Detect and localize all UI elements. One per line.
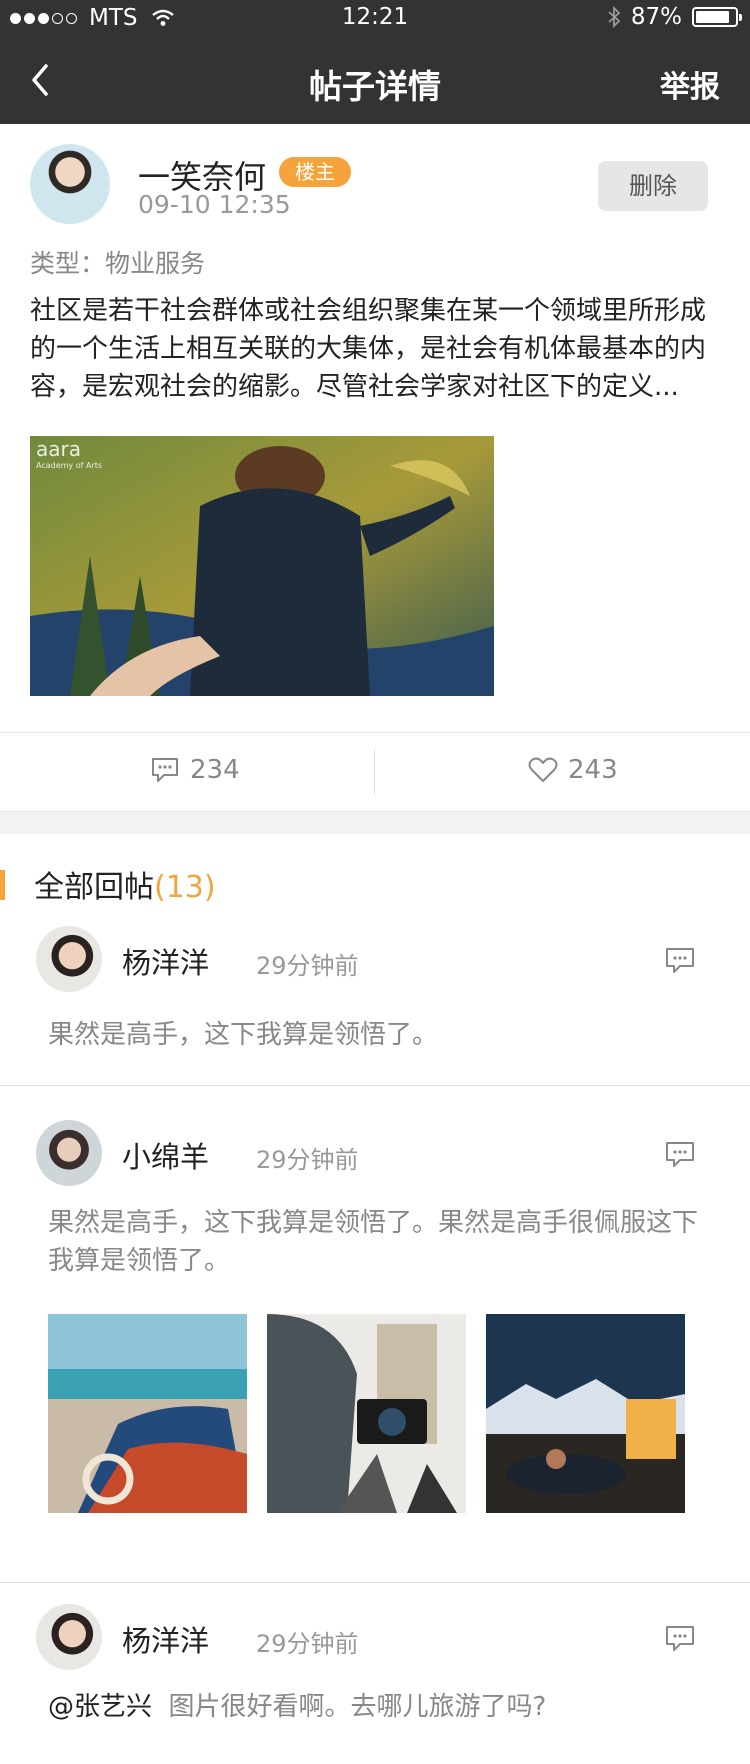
reply-separator <box>0 1085 750 1086</box>
like-count: 243 <box>568 755 618 785</box>
replies-section: 全部回帖(13) 杨洋洋 29分钟前 果然是高手，这下我算是领悟了。 小绵羊 2… <box>0 834 750 1764</box>
delete-button[interactable]: 删除 <box>598 161 708 211</box>
comment-count: 234 <box>190 755 240 785</box>
post-time: 09-10 12:35 <box>138 190 291 219</box>
reply-author[interactable]: 小绵羊 <box>122 1134 209 1176</box>
reply-avatar[interactable] <box>36 926 102 992</box>
reply-author[interactable]: 杨洋洋 <box>122 940 209 982</box>
post-type: 类型：物业服务 <box>30 249 206 278</box>
reply-author[interactable]: 杨洋洋 <box>122 1618 209 1660</box>
reply-time: 29分钟前 <box>256 1630 359 1658</box>
host-badge: 楼主 <box>279 157 351 187</box>
battery-icon <box>692 7 742 27</box>
reply-mention[interactable]: @张艺兴 <box>48 1692 152 1722</box>
reply-text: 图片很好看啊。去哪儿旅游了吗? <box>168 1692 547 1722</box>
replies-title: 全部回帖(13) <box>34 862 216 906</box>
heart-icon <box>528 757 558 782</box>
reply-item: 杨洋洋 29分钟前 @张艺兴 图片很好看啊。去哪儿旅游了吗? <box>0 1604 750 1744</box>
reply-item: 小绵羊 29分钟前 果然是高手，这下我算是领悟了。果然是高手很佩服这下我算是领悟… <box>0 1120 750 1583</box>
comment-icon <box>152 758 178 782</box>
post-content[interactable]: 社区是若干社会群体或社会组织聚集在某一个领域里所形成的一个生活上相互关联的大集体… <box>30 292 720 406</box>
top-bar: MTS 12:21 87% 帖子详情 举报 <box>0 0 750 124</box>
nav-bar: 帖子详情 举报 <box>0 36 750 124</box>
section-accent-bar <box>0 870 5 900</box>
reply-comment-icon[interactable] <box>664 1140 696 1170</box>
actions-divider <box>374 749 375 795</box>
reply-avatar[interactable] <box>36 1120 102 1186</box>
photo-caption-text: Academy of Arts <box>36 461 102 470</box>
battery-fill <box>696 11 730 23</box>
bluetooth-icon <box>608 6 621 28</box>
report-button[interactable]: 举报 <box>660 62 720 106</box>
reply-text: 果然是高手，这下我算是领悟了。果然是高手很佩服这下我算是领悟了。 <box>48 1208 699 1276</box>
reply-photos <box>48 1314 685 1513</box>
status-bar: MTS 12:21 87% <box>0 0 750 36</box>
reply-avatar[interactable] <box>36 1604 102 1670</box>
replies-count: (13) <box>154 870 216 905</box>
author-avatar[interactable] <box>30 144 110 224</box>
page-title: 帖子详情 <box>309 67 441 106</box>
post-actions: 234 243 <box>0 732 750 812</box>
reply-photo-beach[interactable] <box>48 1314 247 1513</box>
post-photo[interactable]: aara Academy of Arts <box>30 436 494 696</box>
reply-comment-icon[interactable] <box>664 946 696 976</box>
battery-percent: 87% <box>630 4 682 30</box>
photo-logo-text: aara <box>36 437 81 461</box>
reply-separator <box>0 1582 750 1583</box>
reply-time: 29分钟前 <box>256 952 359 980</box>
replies-label: 全部回帖 <box>34 870 154 905</box>
reply-time: 29分钟前 <box>256 1146 359 1174</box>
reply-item: 杨洋洋 29分钟前 果然是高手，这下我算是领悟了。 <box>0 926 750 1086</box>
reply-text: 果然是高手，这下我算是领悟了。 <box>48 1020 439 1050</box>
reply-comment-icon[interactable] <box>664 1624 696 1654</box>
comment-action[interactable]: 234 <box>150 755 240 785</box>
reply-photo-night[interactable] <box>486 1314 685 1513</box>
post-card: 一笑奈何 楼主 09-10 12:35 删除 类型：物业服务 社区是若干社会群体… <box>0 124 750 732</box>
reply-photo-camera[interactable] <box>267 1314 466 1513</box>
reply-text-block: @张艺兴 图片很好看啊。去哪儿旅游了吗? <box>48 1688 708 1726</box>
like-action[interactable]: 243 <box>528 755 618 785</box>
